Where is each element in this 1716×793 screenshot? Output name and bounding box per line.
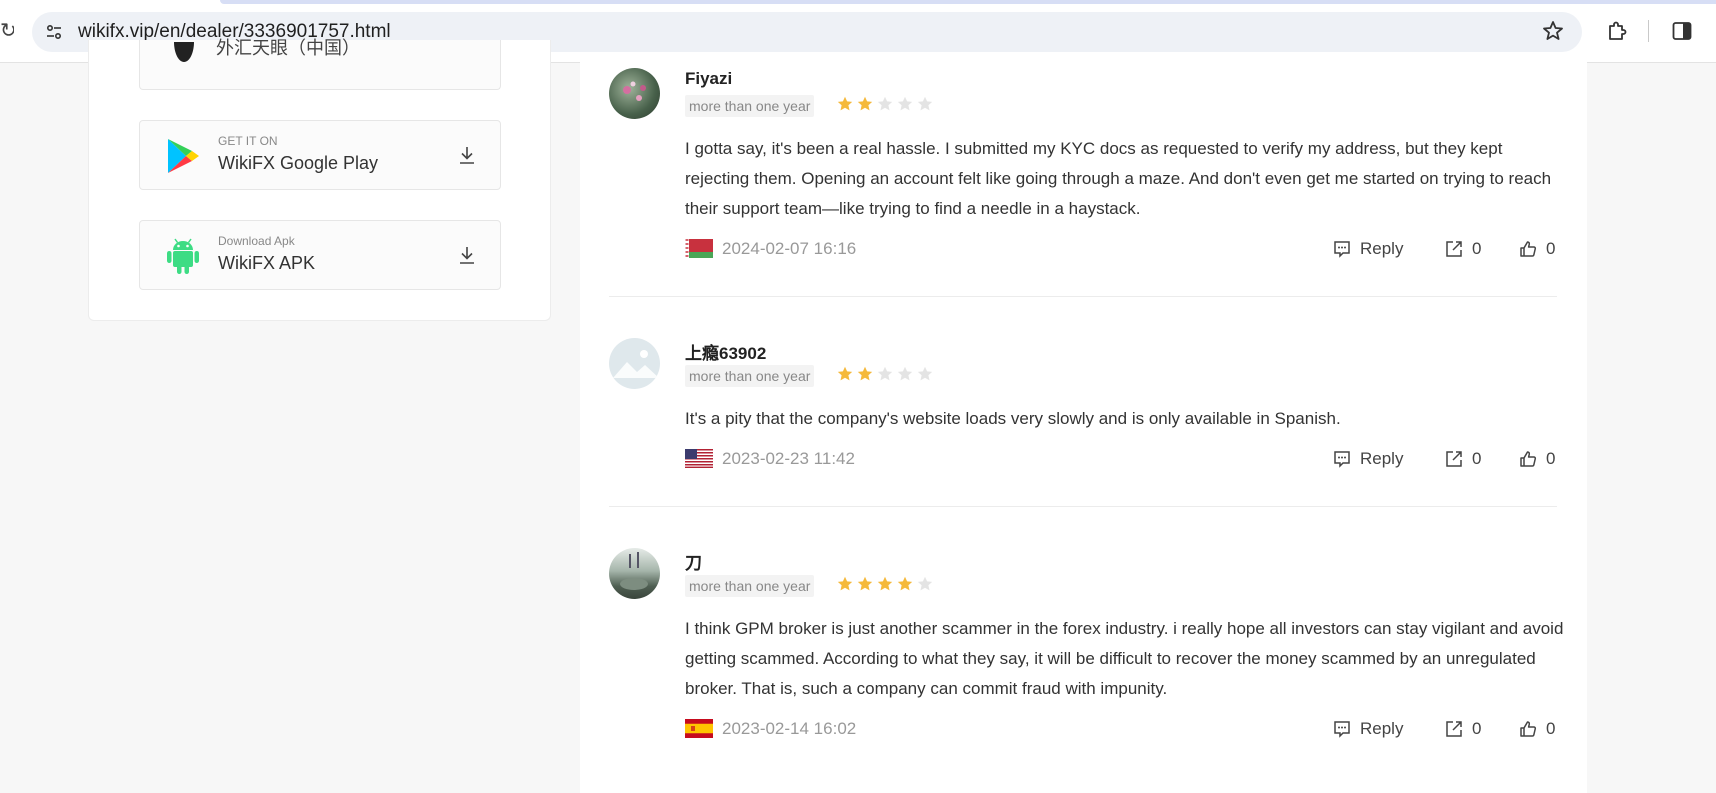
star-empty-icon: [897, 96, 913, 111]
share-button[interactable]: 0: [1445, 239, 1481, 259]
reply-label: Reply: [1360, 719, 1404, 738]
review-duration-tag: more than one year: [685, 95, 815, 117]
star-filled-icon: [837, 576, 853, 591]
app-store-download-button[interactable]: 外汇天眼（中国）: [139, 38, 501, 90]
avatar-image: [623, 81, 646, 101]
google-play-small-label: GET IT ON: [218, 134, 278, 148]
review-text: I think GPM broker is just another scamm…: [685, 619, 1564, 698]
share-icon: [1446, 721, 1462, 737]
star-filled-icon: [877, 576, 893, 591]
default-avatar-image: [613, 350, 659, 378]
review-text: I gotta say, it's been a real hassle. I …: [685, 139, 1552, 218]
share-button[interactable]: 0: [1445, 719, 1481, 739]
reviews-panel: Fiyazi more than one year I gotta say, i…: [580, 62, 1587, 793]
review-text: It's a pity that the company's website l…: [685, 409, 1341, 428]
star-filled-icon: [857, 96, 873, 111]
star-empty-icon: [917, 366, 933, 381]
extensions-puzzle-icon[interactable]: [1605, 19, 1629, 43]
review-duration-tag: more than one year: [685, 575, 815, 597]
download-icon: [460, 147, 474, 164]
star-rating: [837, 366, 937, 386]
google-play-download-button[interactable]: GET IT ON WikiFX Google Play: [139, 120, 501, 190]
reply-button[interactable]: Reply: [1333, 239, 1403, 259]
site-info-icon[interactable]: [44, 22, 64, 42]
share-count: 0: [1472, 449, 1482, 468]
toolbar-separator: [1648, 20, 1649, 42]
share-button[interactable]: 0: [1445, 449, 1481, 469]
like-button[interactable]: 0: [1519, 449, 1555, 469]
thumbs-up-icon: [1520, 451, 1537, 467]
star-empty-icon: [917, 576, 933, 591]
side-panel-icon[interactable]: [1670, 19, 1694, 43]
share-icon: [1446, 241, 1462, 257]
star-rating: [837, 96, 937, 116]
star-empty-icon: [877, 96, 893, 111]
belarus-flag-icon: [685, 239, 713, 258]
review-duration-tag: more than one year: [685, 365, 815, 387]
star-filled-icon: [837, 96, 853, 111]
like-count: 0: [1546, 449, 1556, 468]
comment-icon: [1334, 451, 1350, 468]
star-rating: [837, 576, 937, 596]
reviewer-name[interactable]: 上瘾63902: [685, 339, 766, 364]
review-date: 2023-02-14 16:02: [722, 719, 857, 738]
share-count: 0: [1472, 239, 1482, 258]
review-divider: [609, 506, 1557, 507]
star-filled-icon: [857, 576, 873, 591]
reviewer-name[interactable]: 刀: [685, 549, 702, 574]
android-icon: [167, 238, 199, 274]
apk-download-button[interactable]: Download Apk WikiFX APK: [139, 220, 501, 290]
reply-button[interactable]: Reply: [1333, 449, 1403, 469]
like-button[interactable]: 0: [1519, 719, 1555, 739]
thumbs-up-icon: [1520, 721, 1537, 737]
apk-small-label: Download Apk: [218, 234, 295, 248]
usa-flag-icon: [685, 449, 713, 468]
star-empty-icon: [897, 366, 913, 381]
review-date: 2024-02-07 16:16: [722, 239, 857, 258]
reply-label: Reply: [1360, 449, 1404, 468]
reviewer-name[interactable]: Fiyazi: [685, 69, 732, 89]
star-filled-icon: [837, 366, 853, 381]
reply-button[interactable]: Reply: [1333, 719, 1403, 739]
like-count: 0: [1546, 239, 1556, 258]
like-count: 0: [1546, 719, 1556, 738]
star-filled-icon: [897, 576, 913, 591]
spain-flag-icon: [685, 719, 713, 738]
reload-icon[interactable]: ↻: [0, 18, 14, 44]
thumbs-up-icon: [1520, 241, 1537, 257]
like-button[interactable]: 0: [1519, 239, 1555, 259]
bookmark-star-icon[interactable]: [1541, 19, 1565, 43]
review-divider: [609, 296, 1557, 297]
google-play-icon: [168, 139, 199, 173]
star-empty-icon: [917, 96, 933, 111]
google-play-label: WikiFX Google Play: [218, 153, 379, 173]
tab-strip-accent: [220, 0, 1716, 4]
share-count: 0: [1472, 719, 1482, 738]
apple-icon: [174, 42, 194, 62]
star-filled-icon: [857, 366, 873, 381]
review-date: 2023-02-23 11:42: [722, 449, 855, 468]
avatar-image: [620, 552, 648, 590]
download-icon: [460, 247, 474, 264]
comment-icon: [1334, 241, 1350, 258]
avatar[interactable]: [609, 338, 660, 389]
star-empty-icon: [877, 366, 893, 381]
app-store-label: 外汇天眼（中国）: [216, 38, 360, 58]
avatar[interactable]: [609, 548, 660, 599]
comment-icon: [1334, 721, 1350, 738]
avatar[interactable]: [609, 68, 660, 119]
reply-label: Reply: [1360, 239, 1404, 258]
share-icon: [1446, 451, 1462, 467]
apk-label: WikiFX APK: [218, 253, 316, 273]
